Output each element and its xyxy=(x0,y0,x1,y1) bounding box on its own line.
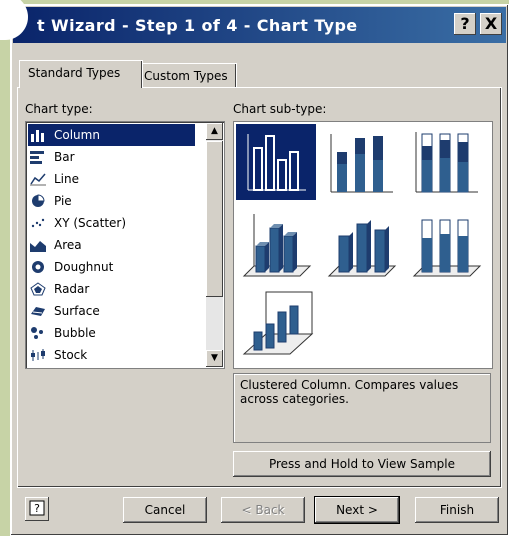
3d-column-icon xyxy=(242,291,314,355)
subtype-clustered-column[interactable] xyxy=(236,124,316,200)
line-chart-icon xyxy=(30,173,46,186)
view-sample-button[interactable]: Press and Hold to View Sample xyxy=(233,451,491,477)
list-item-label: Stock xyxy=(54,348,88,362)
list-item-label: Bubble xyxy=(54,326,96,340)
surface-chart-icon xyxy=(31,307,45,316)
close-icon: X xyxy=(484,14,498,33)
stacked-column-icon xyxy=(330,134,393,193)
subtype-stacked-column[interactable] xyxy=(321,124,401,200)
cancel-label: Cancel xyxy=(144,503,186,517)
list-item-line[interactable]: Line xyxy=(28,168,195,190)
list-item-pie[interactable]: Pie xyxy=(28,190,195,212)
list-item-area[interactable]: Area xyxy=(28,234,195,256)
list-item-label: Area xyxy=(54,238,82,252)
close-button[interactable]: X xyxy=(480,13,502,35)
svg-text:?: ? xyxy=(34,502,40,515)
next-label: Next > xyxy=(336,503,378,517)
list-item-surface[interactable]: Surface xyxy=(28,300,195,322)
subtype-3d-clustered-column[interactable] xyxy=(236,206,316,282)
list-item-label: Bar xyxy=(54,150,75,164)
subtype-100-percent-stacked-column[interactable] xyxy=(406,124,486,200)
3d-clustered-column-icon xyxy=(242,214,312,277)
clustered-column-icon xyxy=(247,134,306,191)
back-button[interactable]: < Back xyxy=(221,497,305,523)
list-item-xy-scatter[interactable]: XY (Scatter) xyxy=(28,212,195,234)
help-title-button[interactable]: ? xyxy=(454,13,476,35)
chart-subtype-grid[interactable] xyxy=(233,121,493,369)
list-item-label: Doughnut xyxy=(54,260,114,274)
scroll-up-button[interactable]: ▲ xyxy=(206,123,223,140)
help-icon: ? xyxy=(29,500,45,516)
list-item-bubble[interactable]: Bubble xyxy=(28,322,195,344)
question-mark-icon: ? xyxy=(460,14,470,33)
bar-chart-icon xyxy=(30,151,44,164)
subtype-description-text: Clustered Column. Compares values across… xyxy=(240,378,459,406)
stock-chart-icon xyxy=(31,349,45,361)
radar-chart-icon xyxy=(30,282,46,296)
list-item-label: Surface xyxy=(54,304,100,318)
title-bar[interactable]: t Wizard - Step 1 of 4 - Chart Type ? X xyxy=(13,7,506,43)
pie-chart-icon xyxy=(32,194,45,207)
chart-type-label: Chart type: xyxy=(25,102,93,116)
next-button[interactable]: Next > xyxy=(314,496,400,524)
list-item-label: Radar xyxy=(54,282,90,296)
area-chart-icon xyxy=(30,241,46,252)
tab-standard-types-label: Standard Types xyxy=(28,66,121,80)
subtype-description: Clustered Column. Compares values across… xyxy=(233,373,491,443)
subtype-3d-100-percent-stacked-column[interactable] xyxy=(406,206,486,282)
finish-button[interactable]: Finish xyxy=(415,497,499,523)
office-assistant-button[interactable]: ? xyxy=(25,497,49,521)
list-item-column[interactable]: Column xyxy=(28,124,195,146)
subtype-3d-stacked-column[interactable] xyxy=(321,206,401,282)
bubble-chart-icon xyxy=(31,327,43,339)
column-chart-icon xyxy=(31,130,44,142)
list-item-stock[interactable]: Stock xyxy=(28,344,195,366)
scroll-thumb[interactable] xyxy=(206,141,223,297)
finish-label: Finish xyxy=(439,503,475,517)
list-item-bar[interactable]: Bar xyxy=(28,146,195,168)
cancel-button[interactable]: Cancel xyxy=(123,497,207,523)
chart-wizard-dialog: t Wizard - Step 1 of 4 - Chart Type ? X … xyxy=(10,4,509,536)
view-sample-label: Press and Hold to View Sample xyxy=(268,457,456,471)
back-label: < Back xyxy=(241,503,285,517)
window-title: t Wizard - Step 1 of 4 - Chart Type xyxy=(37,16,358,35)
tab-custom-types-label: Custom Types xyxy=(144,69,228,83)
scroll-down-button[interactable]: ▼ xyxy=(206,350,223,367)
list-item-label: Pie xyxy=(54,194,72,208)
scatter-chart-icon xyxy=(31,218,45,228)
list-item-label: Line xyxy=(54,172,80,186)
tab-standard-types[interactable]: Standard Types xyxy=(19,60,143,88)
list-item-label: XY (Scatter) xyxy=(54,216,127,230)
3d-percent-stacked-column-icon xyxy=(412,219,482,277)
doughnut-chart-icon xyxy=(32,261,44,273)
chart-type-scrollbar[interactable]: ▲ ▼ xyxy=(206,123,223,367)
subtype-3d-column[interactable] xyxy=(236,288,316,364)
list-item-doughnut[interactable]: Doughnut xyxy=(28,256,195,278)
percent-stacked-column-icon xyxy=(415,132,478,193)
3d-stacked-column-icon xyxy=(327,220,397,277)
tab-custom-types[interactable]: Custom Types xyxy=(135,63,237,88)
list-item-label: Column xyxy=(54,128,100,142)
list-item-radar[interactable]: Radar xyxy=(28,278,195,300)
chart-type-list[interactable]: Column Bar Line Pie XY (Scatter) Area Do… xyxy=(25,121,225,369)
chart-subtype-label: Chart sub-type: xyxy=(233,102,327,116)
